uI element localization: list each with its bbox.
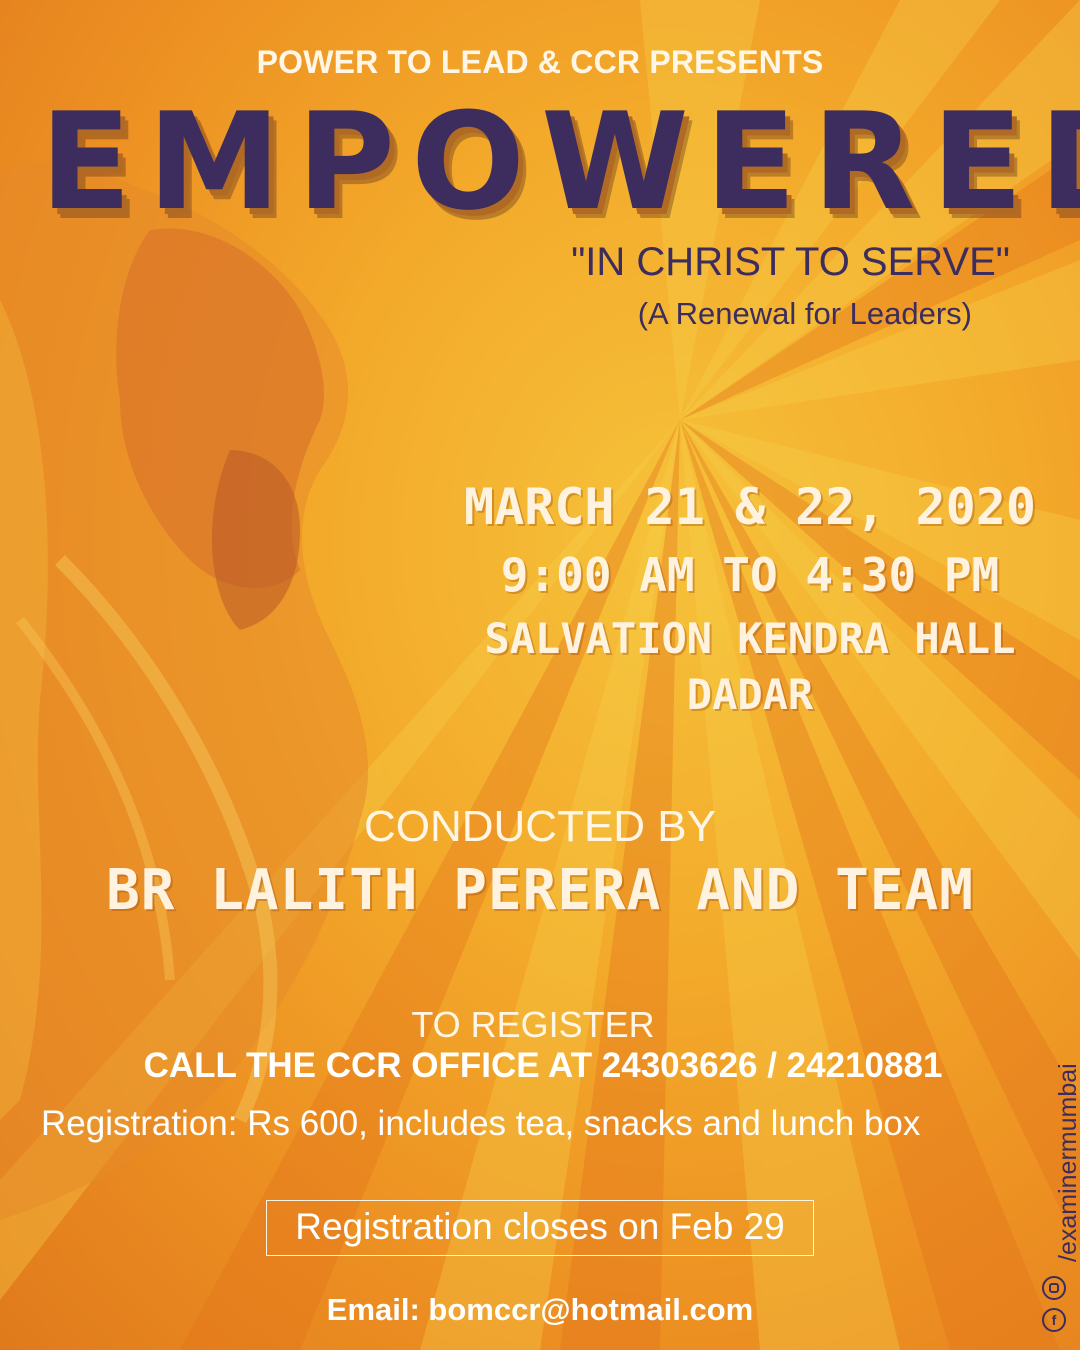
register-label: TO REGISTER: [411, 1004, 655, 1045]
event-time: 9:00 AM TO 4:30 PM: [500, 548, 1000, 602]
event-city: DADAR: [686, 670, 814, 719]
event-venue: SALVATION KENDRA HALL: [484, 614, 1016, 663]
facebook-icon: f: [1042, 1308, 1066, 1332]
event-title: EMPOWERED: [40, 84, 1080, 240]
event-subtitle: "IN CHRIST TO SERVE": [571, 240, 1010, 284]
event-date: MARCH 21 & 22, 2020: [464, 478, 1036, 536]
poster: POWER TO LEAD & CCR PRESENTS EMPOWERED "…: [0, 0, 1080, 1350]
registration-deadline-box: Registration closes on Feb 29: [266, 1200, 814, 1256]
event-tagline: (A Renewal for Leaders): [637, 296, 972, 331]
contact-email: Email: bomccr@hotmail.com: [326, 1292, 754, 1327]
conducted-by-name: BR LALITH PERERA AND TEAM: [106, 858, 974, 923]
conducted-by-label: CONDUCTED BY: [363, 802, 717, 851]
register-phone: CALL THE CCR OFFICE AT 24303626 / 242108…: [143, 1046, 943, 1085]
instagram-icon: [1042, 1276, 1066, 1300]
registration-fee: Registration: Rs 600, includes tea, snac…: [41, 1104, 921, 1143]
social-handle: /examinermumbai: [1054, 1063, 1080, 1262]
presenter-line: POWER TO LEAD & CCR PRESENTS: [256, 44, 824, 80]
